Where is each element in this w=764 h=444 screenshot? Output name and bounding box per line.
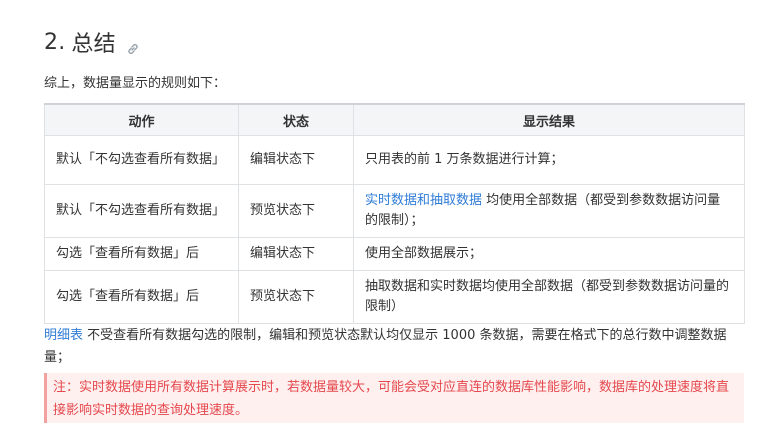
footer-paragraph: 明细表 不受查看所有数据勾选的限制，编辑和预览状态默认均仅显示 1000 条数据… [44, 325, 750, 369]
header-action: 动作 [44, 103, 239, 136]
rules-table: 动作 状态 显示结果 默认「不勾选查看所有数据」 编辑状态下 只用表的前 1 万… [44, 103, 745, 324]
cell-state: 预览状态下 [238, 270, 354, 324]
table-row: 默认「不勾选查看所有数据」 编辑状态下 只用表的前 1 万条数据进行计算； [44, 135, 745, 185]
header-state: 状态 [238, 103, 354, 136]
cell-result: 抽取数据和实时数据均使用全部数据（都受到参数数据访问量的限制） [353, 270, 745, 324]
table-header-row: 动作 状态 显示结果 [44, 103, 745, 136]
cell-action: 默认「不勾选查看所有数据」 [44, 135, 239, 185]
cell-action: 勾选「查看所有数据」后 [44, 270, 239, 324]
cell-action: 勾选「查看所有数据」后 [44, 237, 239, 271]
realtime-extract-link[interactable]: 实时数据和抽取数据 [365, 193, 482, 208]
warning-note: 注：实时数据使用所有数据计算展示时，若数据量较大，可能会受对应直连的数据库性能影… [44, 373, 744, 423]
cell-result: 使用全部数据展示； [353, 237, 745, 271]
footer-text: 不受查看所有数据勾选的限制，编辑和预览状态默认均仅显示 1000 条数据，需要在… [44, 328, 727, 365]
cell-action: 默认「不勾选查看所有数据」 [44, 184, 239, 238]
cell-state: 预览状态下 [238, 184, 354, 238]
link-icon[interactable] [126, 37, 140, 54]
section-number: 2. [44, 29, 66, 55]
cell-state: 编辑状态下 [238, 135, 354, 185]
header-result: 显示结果 [353, 103, 745, 136]
section-title: 总结 [71, 32, 116, 57]
table-row: 默认「不勾选查看所有数据」 预览状态下 实时数据和抽取数据 均使用全部数据（都受… [44, 184, 745, 238]
intro-text: 综上，数据量显示的规则如下： [44, 76, 227, 91]
section-heading: 2. 总结 [44, 26, 140, 58]
cell-result: 实时数据和抽取数据 均使用全部数据（都受到参数数据访问量的限制）； [353, 184, 745, 238]
table-row: 勾选「查看所有数据」后 编辑状态下 使用全部数据展示； [44, 237, 745, 271]
table-row: 勾选「查看所有数据」后 预览状态下 抽取数据和实时数据均使用全部数据（都受到参数… [44, 270, 745, 324]
page: 2. 总结 综上，数据量显示的规则如下： 动作 状态 显示结果 默认「不勾选查看… [0, 0, 764, 444]
detail-table-link[interactable]: 明细表 [44, 328, 83, 343]
cell-state: 编辑状态下 [238, 237, 354, 271]
cell-result: 只用表的前 1 万条数据进行计算； [353, 135, 745, 185]
